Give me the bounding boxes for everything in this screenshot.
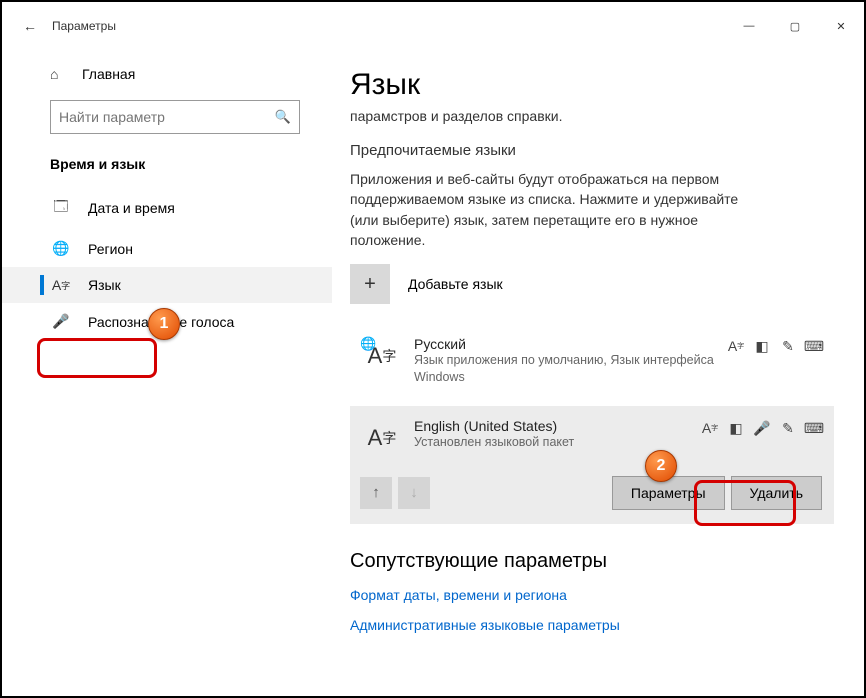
search-box[interactable]: 🔍 <box>50 100 300 134</box>
keyboard-icon: ⌨ <box>806 420 822 437</box>
window-title: Параметры <box>52 19 116 33</box>
add-language-button[interactable]: + Добавьте язык <box>350 264 834 304</box>
sidebar: ⌂ Главная 🔍 Время и язык 🗔 Дата и время … <box>2 50 332 696</box>
speech-icon: 🎤 <box>754 420 770 437</box>
move-down-button[interactable]: ↓ <box>398 477 430 509</box>
handwriting-icon: ✎ <box>780 338 796 355</box>
language-remove-button[interactable]: Удалить <box>731 476 822 510</box>
language-feature-badges: A字 ◧ 🎤 ✎ ⌨ <box>702 418 822 437</box>
language-feature-badges: A字 ◧ ✎ ⌨ <box>728 336 822 355</box>
page-title: Язык <box>350 68 834 102</box>
text-to-speech-icon: ◧ <box>754 338 770 355</box>
nav-label: Регион <box>88 241 133 257</box>
add-language-label: Добавьте язык <box>408 276 503 292</box>
language-name: English (United States) <box>414 418 702 434</box>
related-settings-heading: Сопутствующие параметры <box>350 550 834 573</box>
language-options-button[interactable]: Параметры <box>612 476 725 510</box>
nav-list: 🗔 Дата и время 🌐 Регион A字 Язык 🎤 Распоз… <box>2 186 332 340</box>
minimize-button[interactable]: — <box>726 11 772 41</box>
language-item-russian[interactable]: 🌐A字 Русский Язык приложения по умолчанию… <box>350 326 834 396</box>
truncated-text: парамстров и разделов справки. <box>350 108 834 124</box>
move-up-button[interactable]: ↑ <box>360 477 392 509</box>
preferred-languages-heading: Предпочитаемые языки <box>350 142 834 159</box>
display-language-icon: A字 <box>702 420 718 436</box>
home-link[interactable]: ⌂ Главная <box>2 58 332 90</box>
preferred-languages-desc: Приложения и веб-сайты будут отображатьс… <box>350 169 770 250</box>
close-button[interactable]: ✕ <box>818 11 864 41</box>
nav-label: Дата и время <box>88 200 175 216</box>
language-name: Русский <box>414 336 728 352</box>
text-to-speech-icon: ◧ <box>728 420 744 437</box>
category-heading: Время и язык <box>50 156 332 172</box>
microphone-icon: 🎤 <box>52 313 70 330</box>
language-item-english[interactable]: A字 English (United States) Установлен яз… <box>350 406 834 524</box>
language-glyph-icon: 🌐A字 <box>364 338 400 374</box>
globe-icon: 🌐 <box>52 240 70 257</box>
nav-item-date-time[interactable]: 🗔 Дата и время <box>2 186 332 230</box>
maximize-button[interactable]: ▢ <box>772 11 818 41</box>
home-icon: ⌂ <box>50 66 68 82</box>
search-icon: 🔍 <box>275 109 291 125</box>
plus-icon: + <box>350 264 390 304</box>
language-sub: Установлен языковой пакет <box>414 434 702 451</box>
keyboard-icon: ⌨ <box>806 338 822 355</box>
search-input[interactable] <box>59 109 275 125</box>
language-icon: A字 <box>52 277 70 293</box>
annotation-box-1 <box>37 338 157 378</box>
content-pane: Язык парамстров и разделов справки. Пред… <box>332 50 864 696</box>
handwriting-icon: ✎ <box>780 420 796 437</box>
language-sub: Язык приложения по умолчанию, Язык интер… <box>414 352 714 386</box>
calendar-icon: 🗔 <box>52 196 70 220</box>
link-admin-language[interactable]: Административные языковые параметры <box>350 617 834 633</box>
home-label: Главная <box>82 66 135 82</box>
back-button[interactable]: ← <box>14 10 46 42</box>
language-glyph-icon: A字 <box>364 420 400 456</box>
nav-item-region[interactable]: 🌐 Регион <box>2 230 332 267</box>
display-language-icon: A字 <box>728 338 744 354</box>
nav-item-speech[interactable]: 🎤 Распознавание голоса <box>2 303 332 340</box>
nav-label: Язык <box>88 277 121 293</box>
title-bar: ← Параметры — ▢ ✕ <box>2 2 864 50</box>
nav-label: Распознавание голоса <box>88 314 234 330</box>
link-date-format[interactable]: Формат даты, времени и региона <box>350 587 834 603</box>
nav-item-language[interactable]: A字 Язык <box>2 267 332 303</box>
